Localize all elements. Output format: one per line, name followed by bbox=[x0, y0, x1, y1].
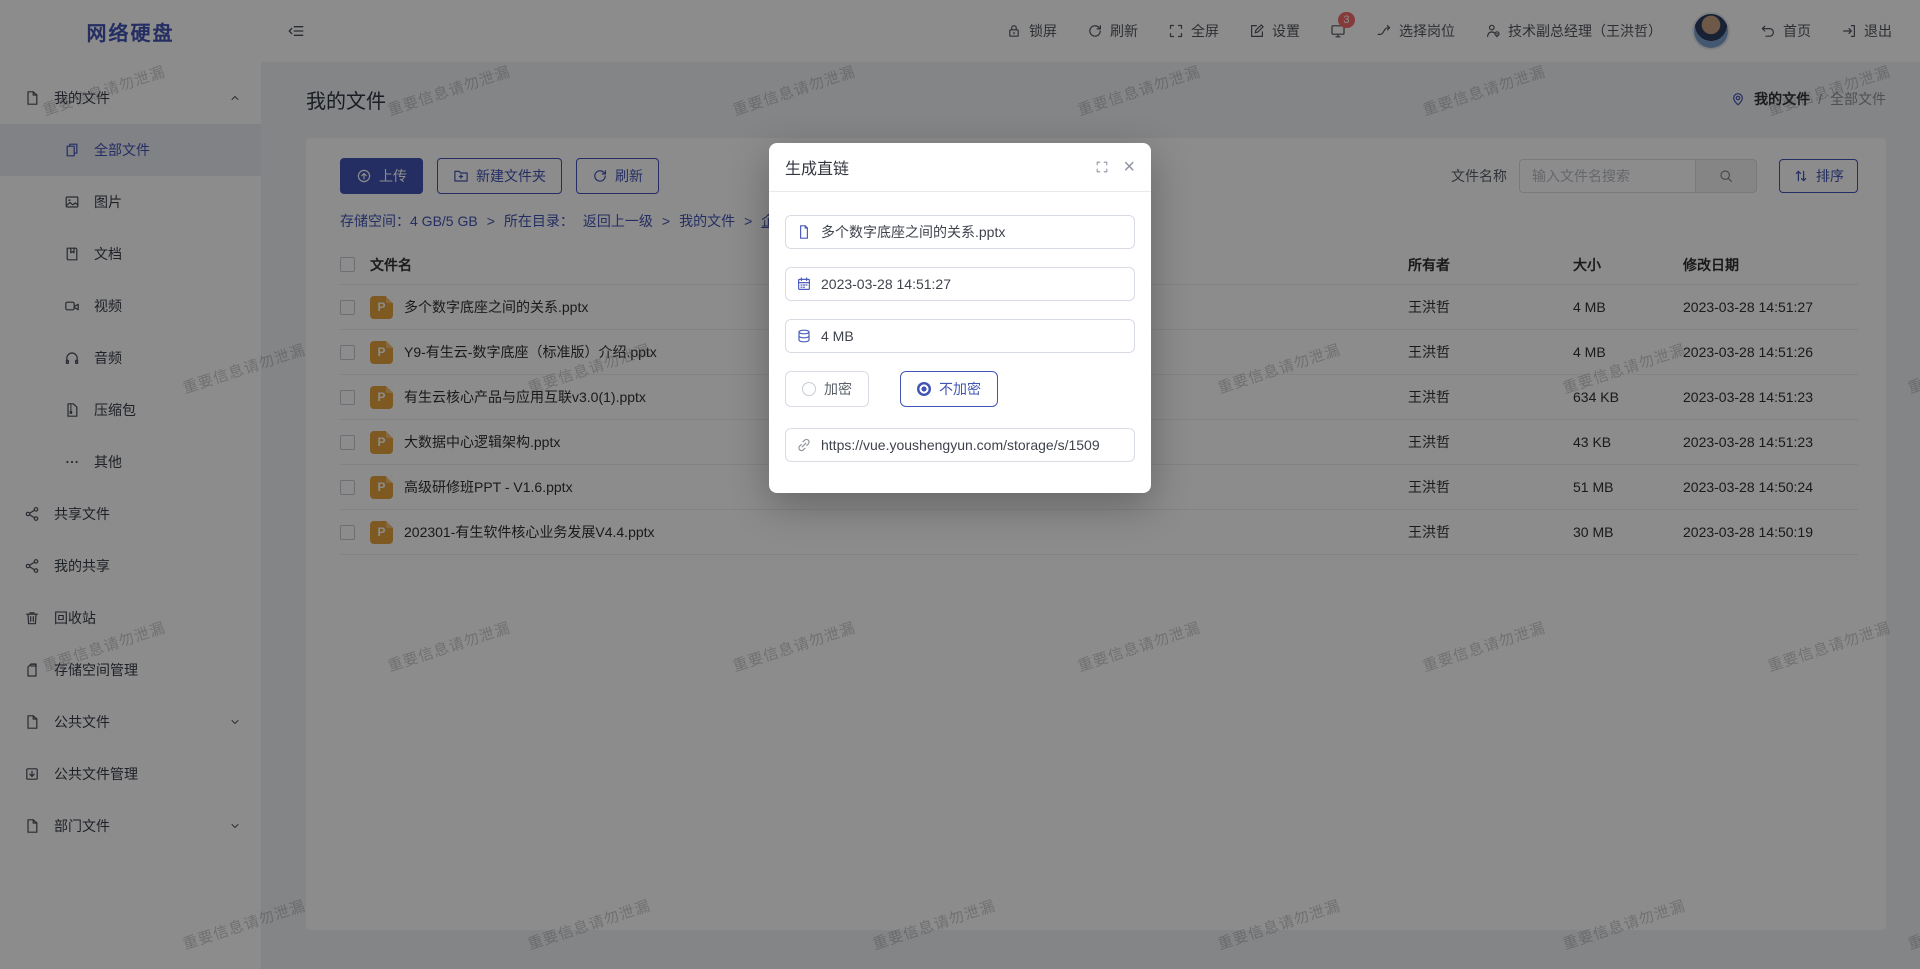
link-file-name-value: 多个数字底座之间的关系.pptx bbox=[821, 222, 1005, 242]
link-date-value: 2023-03-28 14:51:27 bbox=[821, 276, 951, 292]
calendar-icon bbox=[796, 276, 812, 292]
direct-link-field[interactable]: https://vue.youshengyun.com/storage/s/15… bbox=[785, 428, 1135, 462]
file-icon bbox=[796, 224, 812, 240]
direct-link-value: https://vue.youshengyun.com/storage/s/15… bbox=[821, 437, 1100, 453]
link-size-value: 4 MB bbox=[821, 328, 854, 344]
dialog-header: 生成直链 × bbox=[769, 143, 1151, 192]
radio-unencrypted[interactable]: 不加密 bbox=[900, 371, 998, 407]
dialog-body: 多个数字底座之间的关系.pptx 2023-03-28 14:51:27 4 M… bbox=[769, 192, 1151, 462]
encryption-options: 加密 不加密 bbox=[785, 371, 1135, 407]
link-size-field[interactable]: 4 MB bbox=[785, 319, 1135, 353]
generate-link-dialog: 生成直链 × 多个数字底座之间的关系.pptx 2023-03-28 14:51… bbox=[769, 143, 1151, 493]
dialog-title: 生成直链 bbox=[785, 155, 849, 179]
link-file-name-field[interactable]: 多个数字底座之间的关系.pptx bbox=[785, 215, 1135, 249]
dialog-fullscreen-icon[interactable] bbox=[1095, 160, 1109, 174]
database-icon bbox=[796, 328, 812, 344]
link-icon bbox=[796, 437, 812, 453]
link-date-field[interactable]: 2023-03-28 14:51:27 bbox=[785, 267, 1135, 301]
radio-selected-icon bbox=[917, 382, 931, 396]
radio-encrypted[interactable]: 加密 bbox=[785, 371, 869, 407]
radio-unencrypted-label: 不加密 bbox=[939, 379, 981, 399]
radio-circle-icon bbox=[802, 382, 816, 396]
radio-encrypted-label: 加密 bbox=[824, 379, 852, 399]
dialog-close-icon[interactable]: × bbox=[1123, 157, 1135, 177]
